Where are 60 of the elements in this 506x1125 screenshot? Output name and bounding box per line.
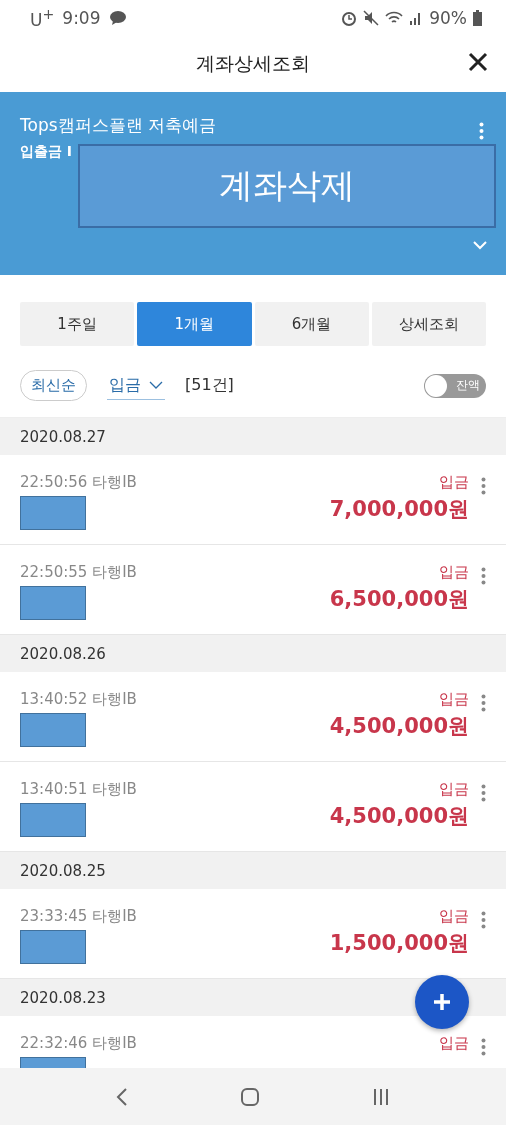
transaction-time: 23:33:45 타행IB xyxy=(20,907,138,926)
period-tab[interactable]: 6개월 xyxy=(254,302,369,346)
add-button[interactable] xyxy=(415,975,469,1029)
transaction-amount: 4,500,000원 xyxy=(329,713,469,740)
transaction-time: 22:32:46 타행IB xyxy=(20,1034,138,1053)
sort-chip[interactable]: 최신순 xyxy=(20,370,87,401)
caret-icon xyxy=(149,381,163,389)
transaction-amount: 7,000,000원 xyxy=(329,496,469,523)
redaction-box xyxy=(20,713,86,747)
type-dropdown[interactable]: 입금 xyxy=(107,371,165,400)
close-icon[interactable] xyxy=(468,52,488,72)
mute-icon xyxy=(363,10,380,26)
transaction-amount: 1,500,000원 xyxy=(329,930,469,957)
transaction-type: 입금 xyxy=(439,1034,469,1053)
chevron-down-icon[interactable] xyxy=(472,240,488,250)
result-count: [51건] xyxy=(185,375,234,396)
transaction-amount: 6,500,000원 xyxy=(329,586,469,613)
recents-icon[interactable] xyxy=(372,1087,390,1106)
transaction-type: 입금 xyxy=(439,563,469,582)
carrier-label: U$^{+}$ xyxy=(30,6,55,30)
more-icon[interactable] xyxy=(481,784,486,802)
redaction-box xyxy=(20,930,86,964)
more-icon[interactable] xyxy=(481,567,486,585)
plus-icon xyxy=(432,992,452,1012)
battery-icon xyxy=(473,10,482,26)
transaction-type: 입금 xyxy=(439,780,469,799)
period-tab[interactable]: 상세조회 xyxy=(371,302,486,346)
transaction-type: 입금 xyxy=(439,473,469,492)
page-title: 계좌상세조회 xyxy=(196,51,310,76)
redaction-label: 계좌삭제 xyxy=(78,144,496,228)
more-icon[interactable] xyxy=(481,477,486,495)
wifi-icon xyxy=(385,11,404,25)
period-tab[interactable]: 1개월 xyxy=(137,302,252,346)
account-name: Tops캠퍼스플랜 저축예금 xyxy=(20,114,216,137)
battery-percent: 90% xyxy=(429,8,467,28)
transaction-time: 13:40:52 타행IB xyxy=(20,690,138,709)
transaction-type: 입금 xyxy=(439,907,469,926)
date-header: 2020.08.23 xyxy=(0,979,506,1016)
more-icon[interactable] xyxy=(481,694,486,712)
period-tab[interactable]: 1주일 xyxy=(20,302,135,346)
more-icon[interactable] xyxy=(481,1038,486,1056)
clock-time: 9:09 xyxy=(62,8,101,28)
transaction-time: 13:40:51 타행IB xyxy=(20,780,138,799)
home-icon[interactable] xyxy=(240,1086,260,1107)
account-type: 입출금 I xyxy=(20,143,73,161)
transaction-amount: 4,500,000원 xyxy=(329,803,469,830)
date-header: 2020.08.25 xyxy=(0,852,506,889)
more-icon[interactable] xyxy=(479,122,484,140)
transaction-time: 22:50:56 타행IB xyxy=(20,473,138,492)
transaction-time: 22:50:55 타행IB xyxy=(20,563,138,582)
more-icon[interactable] xyxy=(481,911,486,929)
redaction-box xyxy=(20,496,86,530)
redaction-box xyxy=(20,803,86,837)
redaction-box xyxy=(20,586,86,620)
alarm-icon xyxy=(341,10,358,26)
chat-bubble-icon xyxy=(108,10,127,26)
back-icon[interactable] xyxy=(116,1086,128,1107)
date-header: 2020.08.26 xyxy=(0,635,506,672)
date-header: 2020.08.27 xyxy=(0,418,506,455)
transaction-type: 입금 xyxy=(439,690,469,709)
